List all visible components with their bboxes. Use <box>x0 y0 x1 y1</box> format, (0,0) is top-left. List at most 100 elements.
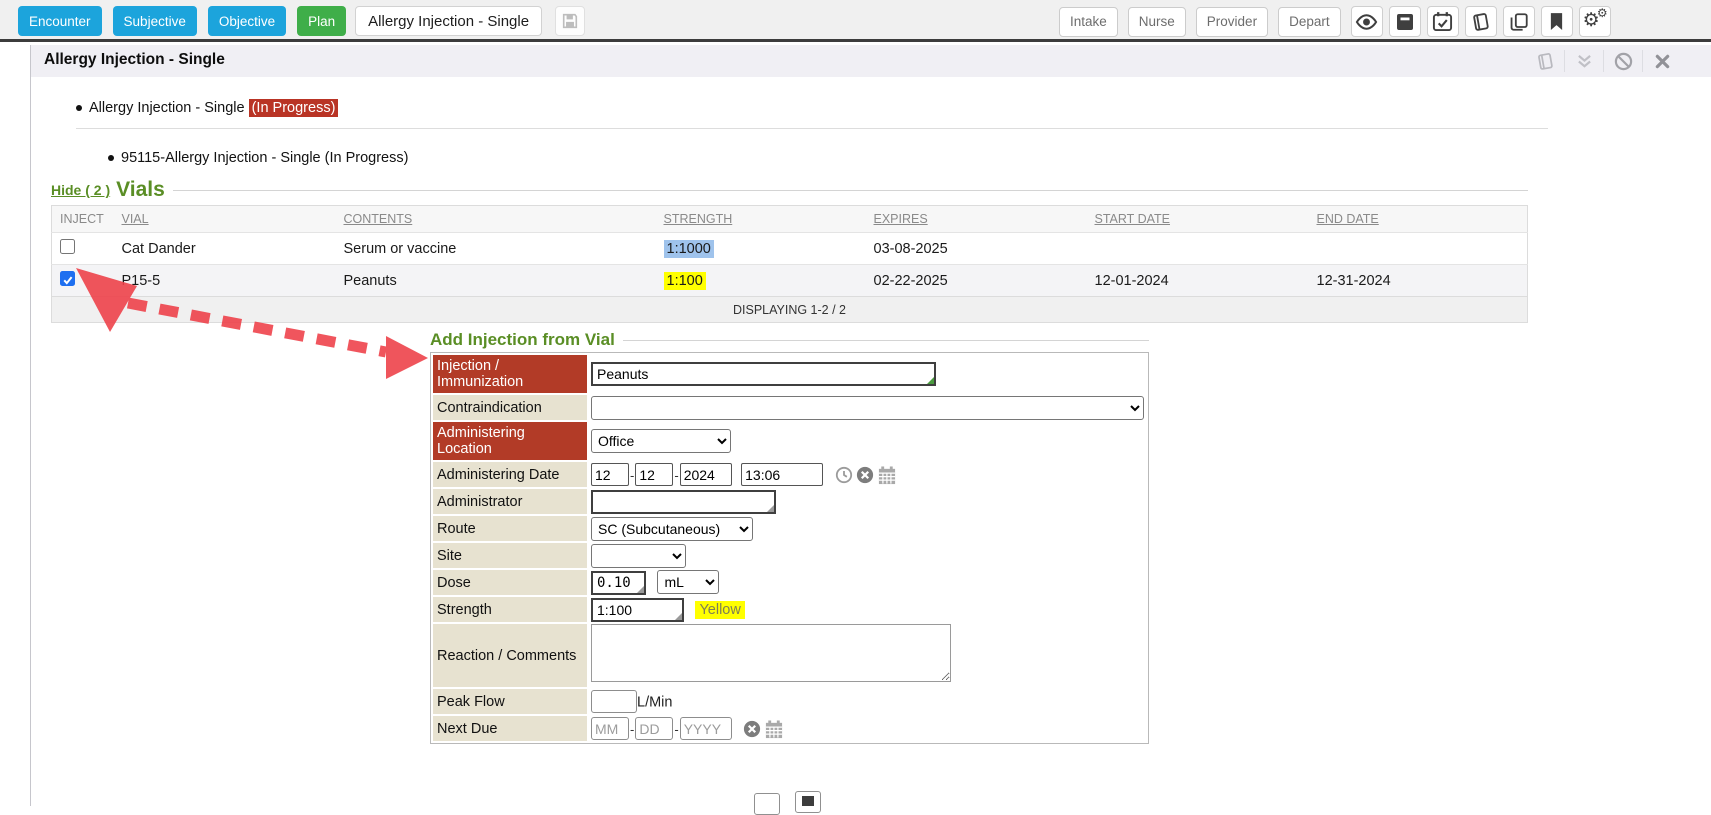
date-year-input[interactable] <box>680 463 732 486</box>
calendar-check-icon <box>1432 11 1453 32</box>
date-day-input[interactable] <box>635 463 673 486</box>
contraindication-select[interactable] <box>591 396 1144 420</box>
injection-label: Injection / Immunization <box>433 355 587 393</box>
cutoff-action-button[interactable] <box>754 793 780 815</box>
panel-close-button[interactable] <box>1642 50 1681 72</box>
date-separator: - <box>674 468 678 483</box>
calendar-picker-icon[interactable] <box>877 466 897 485</box>
top-toolbar: Encounter Subjective Objective Plan Alle… <box>0 0 1711 42</box>
injection-input[interactable] <box>591 362 936 386</box>
content-panel: Allergy Injection - Single <box>30 45 1711 806</box>
contents-cell: Peanuts <box>336 265 656 297</box>
current-time-icon[interactable] <box>835 466 853 484</box>
note-item: Allergy Injection - Single (In Progress) <box>89 100 338 116</box>
bullet-dot <box>108 155 114 161</box>
contraindication-label: Contraindication <box>433 395 587 420</box>
archive-toolbar-button[interactable] <box>1389 6 1421 37</box>
nav-left-group: Encounter Subjective Objective Plan Alle… <box>18 6 585 36</box>
clear-date-icon[interactable] <box>743 720 761 738</box>
inject-checkbox[interactable] <box>60 271 75 286</box>
eye-icon <box>1355 13 1378 31</box>
nurse-button[interactable]: Nurse <box>1128 7 1186 37</box>
calendar-picker-icon[interactable] <box>764 720 784 739</box>
eye-toolbar-button[interactable] <box>1351 6 1383 37</box>
page: Encounter Subjective Objective Plan Alle… <box>0 0 1711 806</box>
panel-header-actions <box>1525 48 1681 74</box>
bookmark-toolbar-button[interactable] <box>1541 6 1573 37</box>
col-startdate-sort[interactable]: START DATE <box>1095 212 1170 226</box>
save-document-button[interactable] <box>555 6 585 36</box>
archive-icon <box>1395 12 1415 32</box>
start-date-cell: 12-01-2024 <box>1087 265 1309 297</box>
page-title: Allergy Injection - Single <box>44 51 225 69</box>
end-date-cell <box>1309 233 1528 265</box>
provider-button[interactable]: Provider <box>1196 7 1268 37</box>
peak-flow-unit: L/Min <box>637 695 672 711</box>
site-label: Site <box>433 543 587 568</box>
note-subitem-text: 95115-Allergy Injection - Single (In Pro… <box>121 150 408 166</box>
inject-checkbox[interactable] <box>60 239 75 254</box>
next-due-year-input[interactable] <box>680 717 732 740</box>
col-enddate-sort[interactable]: END DATE <box>1317 212 1379 226</box>
objective-button[interactable]: Objective <box>208 6 286 36</box>
date-month-input[interactable] <box>591 463 629 486</box>
document-title-text: Allergy Injection - Single <box>368 13 529 30</box>
administering-date-label: Administering Date <box>433 462 587 487</box>
status-badge: (In Progress) <box>249 99 339 117</box>
vials-legend-row: Hide ( 2 ) Vials <box>51 178 1528 202</box>
col-strength-sort[interactable]: STRENGTH <box>664 212 733 226</box>
vial-cell: Cat Dander <box>114 233 336 265</box>
administering-location-select[interactable]: Office <box>591 429 731 453</box>
strength-label: Strength <box>433 597 587 622</box>
next-due-day-input[interactable] <box>635 717 673 740</box>
route-select[interactable]: SC (Subcutaneous) <box>591 517 753 541</box>
strength-color-note: Yellow <box>695 601 744 619</box>
vials-legend: Vials <box>116 178 165 202</box>
expires-cell: 02-22-2025 <box>866 265 1087 297</box>
col-vial-sort[interactable]: VIAL <box>122 212 149 226</box>
peak-flow-input[interactable] <box>591 690 637 713</box>
encounter-button[interactable]: Encounter <box>18 6 102 36</box>
dose-unit-select[interactable]: mL <box>657 570 719 594</box>
copy-toolbar-button[interactable] <box>1503 6 1535 37</box>
time-input[interactable] <box>741 463 823 486</box>
next-due-month-input[interactable] <box>591 717 629 740</box>
panel-void-button[interactable] <box>1603 50 1642 72</box>
cutoff-save-button[interactable] <box>795 791 821 813</box>
hide-vials-link[interactable]: Hide ( 2 ) <box>51 182 110 198</box>
vial-row-cat-dander: Cat Dander Serum or vaccine 1:1000 03-08… <box>52 233 1528 265</box>
journal-icon <box>1470 12 1491 32</box>
void-icon <box>1614 52 1633 71</box>
plan-button[interactable]: Plan <box>297 6 346 36</box>
dose-label: Dose <box>433 570 587 595</box>
legend-line <box>173 190 1528 191</box>
vials-header-row: INJECT VIAL CONTENTS STRENGTH EXPIRES ST… <box>52 206 1528 233</box>
reaction-comments-textarea[interactable] <box>591 624 951 682</box>
col-contents-sort[interactable]: CONTENTS <box>344 212 413 226</box>
strength-cell-highlighted: 1:1000 <box>664 240 714 258</box>
panel-collapse-button[interactable] <box>1564 50 1603 72</box>
subjective-button[interactable]: Subjective <box>113 6 197 36</box>
save-icon <box>802 796 814 806</box>
panel-journal-button[interactable] <box>1525 50 1564 72</box>
depart-button[interactable]: Depart <box>1278 7 1341 37</box>
col-expires-sort[interactable]: EXPIRES <box>874 212 928 226</box>
chevrons-down-icon <box>1576 54 1593 69</box>
site-select[interactable] <box>591 544 686 568</box>
add-injection-form: Injection / Immunization Contraindicatio… <box>430 352 1149 744</box>
divider <box>76 128 1548 129</box>
calendar-check-toolbar-button[interactable] <box>1427 6 1459 37</box>
document-title: Allergy Injection - Single <box>355 6 542 36</box>
strength-input[interactable] <box>591 598 684 622</box>
note-subitem: 95115-Allergy Injection - Single (In Pro… <box>121 150 408 166</box>
settings-toolbar-button[interactable]: ⚙⚙ <box>1579 6 1611 37</box>
dose-input[interactable] <box>591 571 646 595</box>
administrator-label: Administrator <box>433 489 587 514</box>
administrator-input[interactable] <box>591 490 776 514</box>
journal-toolbar-button[interactable] <box>1465 6 1497 37</box>
administering-location-label: Administering Location <box>433 422 587 460</box>
panel-header <box>31 45 1711 77</box>
clear-date-icon[interactable] <box>856 466 874 484</box>
expires-cell: 03-08-2025 <box>866 233 1087 265</box>
intake-button[interactable]: Intake <box>1059 7 1118 37</box>
